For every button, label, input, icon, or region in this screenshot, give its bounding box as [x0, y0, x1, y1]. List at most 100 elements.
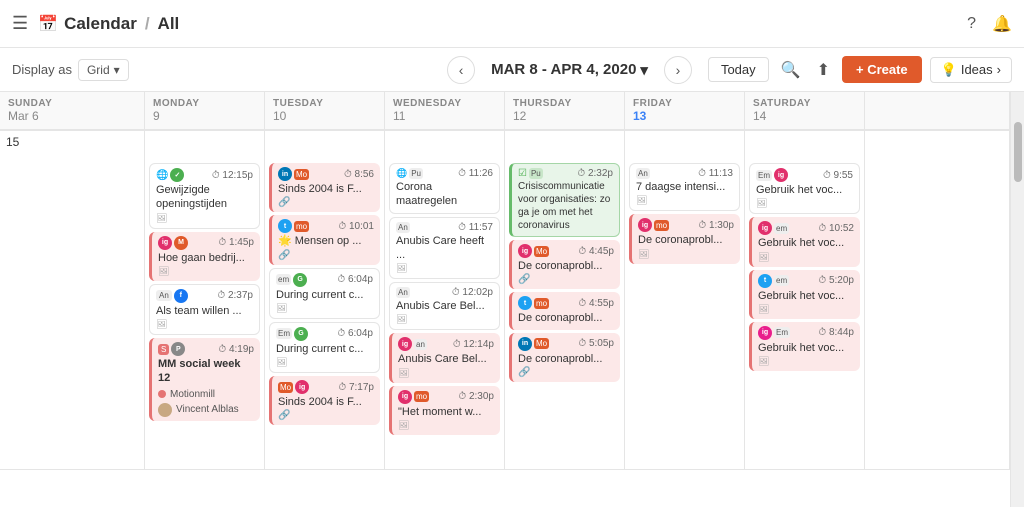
event-mon-2[interactable]: ig M ⏱ 1:45p Hoe gaan bedrij... 🖼 [149, 232, 260, 281]
scrollbar-thumb[interactable] [1014, 122, 1022, 182]
motio2-icon: Mo [534, 246, 549, 257]
day-name: MONDAY [153, 98, 256, 109]
event-title: Anubis Care heeft ... [396, 234, 493, 263]
event-sat-3[interactable]: t em ⏱ 5:20p Gebruik het voc... 🖼 [749, 270, 860, 319]
help-icon[interactable]: ? [967, 15, 976, 33]
event-tue-3[interactable]: em G ⏱ 6:04p During current c... 🖼 [269, 268, 380, 319]
gg2-icon: G [294, 327, 308, 341]
event-thu-4[interactable]: in Mo ⏱ 5:05p De coronaprobl... 🔗 [509, 333, 620, 382]
notification-icon[interactable]: 🔔 [992, 14, 1012, 34]
event-time: ⏱ 2:32p [577, 168, 613, 179]
event-person-motionmill: Motionmill [158, 389, 254, 400]
ig9-icon: ig [758, 326, 772, 340]
event-time: ⏱ 11:57 [458, 222, 493, 233]
prev-button[interactable]: ‹ [447, 56, 475, 84]
event-title: During current c... [276, 342, 373, 356]
anubis-icon: An [396, 222, 410, 233]
tw-icon: t [278, 219, 292, 233]
event-wed-3[interactable]: An ⏱ 12:02p Anubis Care Bel... 🖼 [389, 282, 500, 330]
ig3-icon: ig [398, 337, 412, 351]
event-title: Gebruik het voc... [756, 183, 853, 197]
calendar-icon: 📅 [38, 14, 58, 34]
event-title: During current c... [276, 288, 373, 302]
scrollbar[interactable] [1010, 92, 1024, 507]
share-button[interactable]: ⬆ [813, 56, 834, 84]
event-time: ⏱ 9:55 [823, 170, 853, 181]
display-as: Display as Grid ▾ [12, 59, 129, 81]
day-num: 11 [393, 109, 496, 123]
event-fri-1[interactable]: An ⏱ 11:13 7 daagse intensi... 🖼 [629, 163, 740, 211]
calendar-container: SUNDAY Mar 6 MONDAY 9 TUESDAY 10 WEDNESD… [0, 92, 1024, 507]
anubi-icon: An [156, 290, 172, 301]
day-num: 12 [513, 109, 616, 123]
event-wed-5[interactable]: ig mo ⏱ 2:30p "Het moment w... 🖼 [389, 386, 500, 435]
event-tue-5[interactable]: Mo ig ⏱ 7:17p Sinds 2004 is F... 🔗 [269, 376, 380, 425]
hamburger-icon[interactable]: ☰ [12, 13, 28, 34]
today-button[interactable]: Today [708, 57, 769, 82]
app-title: 📅 Calendar / All [38, 14, 179, 34]
ideas-button[interactable]: 💡 Ideas › [930, 57, 1012, 83]
anu-icon: An [396, 287, 410, 298]
date-range[interactable]: MAR 8 - APR 4, 2020 ▾ [491, 61, 648, 79]
day-name: TUESDAY [273, 98, 376, 109]
event-title: "Het moment w... [398, 405, 494, 419]
event-time: ⏱ 12:14p [453, 339, 494, 350]
event-mon-3[interactable]: An f ⏱ 2:37p Als team willen ... 🖼 [149, 284, 260, 335]
calendar-grid: SUNDAY Mar 6 MONDAY 9 TUESDAY 10 WEDNESD… [0, 92, 1010, 507]
event-thu-1[interactable]: ☑ Pu ⏱ 2:32p Crisiscommunicatie voor org… [509, 163, 620, 237]
cell-wednesday: 🌐 Pu ⏱ 11:26 Corona maatregelen An ⏱ 11:… [385, 159, 505, 470]
event-wed-2[interactable]: An ⏱ 11:57 Anubis Care heeft ... 🖼 [389, 217, 500, 280]
w-icon: 🌐 [396, 168, 407, 179]
event-title: De coronaprobl... [518, 311, 614, 325]
next-button[interactable]: › [664, 56, 692, 84]
day-name: WEDNESDAY [393, 98, 496, 109]
event-time: ⏱ 12:02p [452, 287, 493, 298]
event-tue-4[interactable]: Em G ⏱ 6:04p During current c... 🖼 [269, 322, 380, 373]
event-title: Hoe gaan bedrij... [158, 251, 254, 265]
create-button[interactable]: + Create [842, 56, 922, 83]
event-wed-1[interactable]: 🌐 Pu ⏱ 11:26 Corona maatregelen [389, 163, 500, 214]
event-time: ⏱ 10:01 [338, 221, 374, 232]
event-title: Gebruik het voc... [758, 289, 854, 303]
header-saturday: SATURDAY 14 [745, 92, 865, 130]
check-icon: ☑ [518, 168, 527, 179]
event-title: Gewijzigde openingstijden [156, 183, 253, 212]
event-person-vincent: Vincent Alblas [158, 403, 254, 417]
event-thu-3[interactable]: t mo ⏱ 4:55p De coronaprobl... [509, 292, 620, 329]
toolbar: Display as Grid ▾ ‹ MAR 8 - APR 4, 2020 … [0, 48, 1024, 92]
motio4-icon: Mo [534, 338, 549, 349]
event-tue-2[interactable]: t mo ⏱ 10:01 🌟 Mensen op ... 🔗 [269, 215, 380, 264]
event-time: ⏱ 5:20p [818, 275, 854, 286]
event-sat-4[interactable]: ig Em ⏱ 8:44p Gebruik het voc... 🖼 [749, 322, 860, 371]
event-title: De coronaprobl... [638, 233, 734, 247]
header-monday: MONDAY 9 [145, 92, 265, 130]
event-tue-1[interactable]: in Mo ⏱ 8:56 Sinds 2004 is F... 🔗 [269, 163, 380, 212]
em2-icon: em [774, 275, 789, 286]
grid-label: Grid [87, 63, 110, 77]
search-button[interactable]: 🔍 [777, 56, 805, 84]
day-num: 9 [153, 109, 256, 123]
event-wed-4[interactable]: ig an ⏱ 12:14p Anubis Care Bel... 🖼 [389, 333, 500, 382]
event-time: ⏱ 5:05p [578, 338, 614, 349]
event-sat-2[interactable]: ig em ⏱ 10:52 Gebruik het voc... 🖼 [749, 217, 860, 266]
event-title: Als team willen ... [156, 304, 253, 318]
motio5-icon: mo [654, 220, 669, 231]
title-separator: / [145, 14, 150, 34]
event-time: ⏱ 7:17p [338, 382, 374, 393]
event-title: Crisiscommunicatie voor organisaties: zo… [518, 180, 613, 232]
event-mon-1[interactable]: 🌐 ✓ ⏱ 12:15p Gewijzigde openingstijden 🖼 [149, 163, 260, 229]
display-label: Display as [12, 62, 72, 77]
cell-extra [865, 159, 1010, 470]
cell-thursday: ☑ Pu ⏱ 2:32p Crisiscommunicatie voor org… [505, 159, 625, 470]
day-num: 14 [753, 109, 856, 123]
grid-select[interactable]: Grid ▾ [78, 59, 129, 81]
event-sat-1[interactable]: Em ig ⏱ 9:55 Gebruik het voc... 🖼 [749, 163, 860, 214]
tw2-icon: t [518, 296, 532, 310]
mo-icon: M [174, 236, 188, 250]
event-sub: 🖼 [156, 319, 253, 330]
event-mon-4-social-week[interactable]: S P ⏱ 4:19p MM social week 12 Motionmill… [149, 338, 260, 421]
event-fri-2[interactable]: ig mo ⏱ 1:30p De coronaprobl... 🖼 [629, 214, 740, 263]
cell-sunday [0, 159, 145, 470]
event-title: De coronaprobl... [518, 352, 614, 366]
event-thu-2[interactable]: ig Mo ⏱ 4:45p De coronaprobl... 🔗 [509, 240, 620, 289]
